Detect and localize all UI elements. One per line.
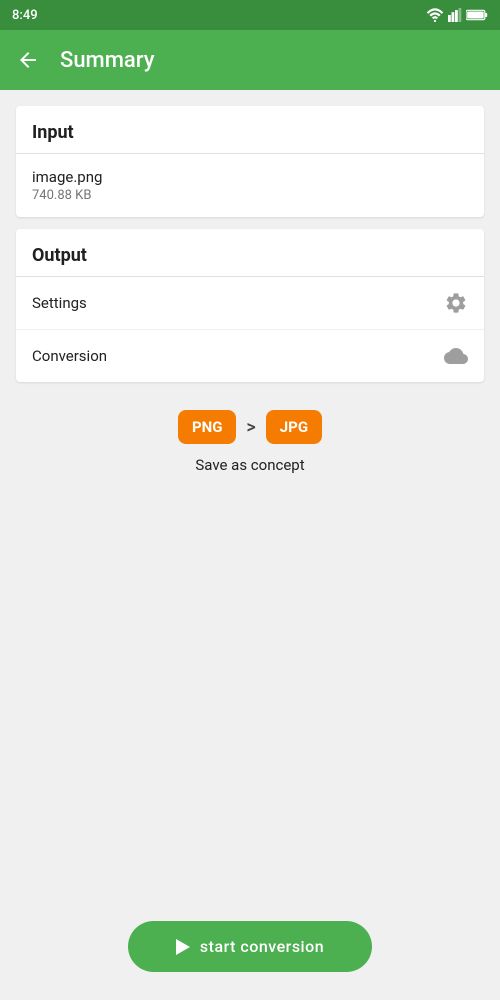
arrow-separator: > [246,417,255,438]
status-bar: 8:49 [0,0,500,30]
content-area: Input image.png 740.88 KB Output Setting… [0,90,500,506]
output-header-text: Output [32,245,87,266]
settings-label: Settings [32,294,87,312]
settings-row[interactable]: Settings [16,277,484,330]
input-file-row: image.png 740.88 KB [16,154,484,217]
input-header-text: Input [32,122,74,143]
back-button[interactable] [16,48,40,72]
output-card: Output Settings Conversion [16,229,484,382]
status-time: 8:49 [12,8,38,23]
gear-icon [444,291,468,315]
file-info: image.png 740.88 KB [32,168,102,203]
signal-icon [448,8,462,22]
output-card-header: Output [16,229,484,277]
bottom-area: start conversion [0,921,500,972]
conversion-badges-area: PNG > JPG [16,410,484,444]
start-conversion-button[interactable]: start conversion [128,921,372,972]
play-icon [176,939,190,955]
battery-icon [466,9,488,21]
input-card-header: Input [16,106,484,154]
save-concept-button[interactable]: Save as concept [16,456,484,474]
app-bar-title: Summary [60,48,155,73]
input-card: Input image.png 740.88 KB [16,106,484,217]
status-icons [426,8,488,22]
app-bar: Summary [0,30,500,90]
to-format-badge[interactable]: JPG [266,410,322,444]
start-button-label: start conversion [200,937,324,956]
file-size: 740.88 KB [32,188,102,203]
cloud-icon [444,344,468,368]
conversion-row[interactable]: Conversion [16,330,484,382]
wifi-icon [426,8,444,22]
file-name: image.png [32,168,102,186]
from-format-badge[interactable]: PNG [178,410,236,444]
conversion-label: Conversion [32,347,107,365]
